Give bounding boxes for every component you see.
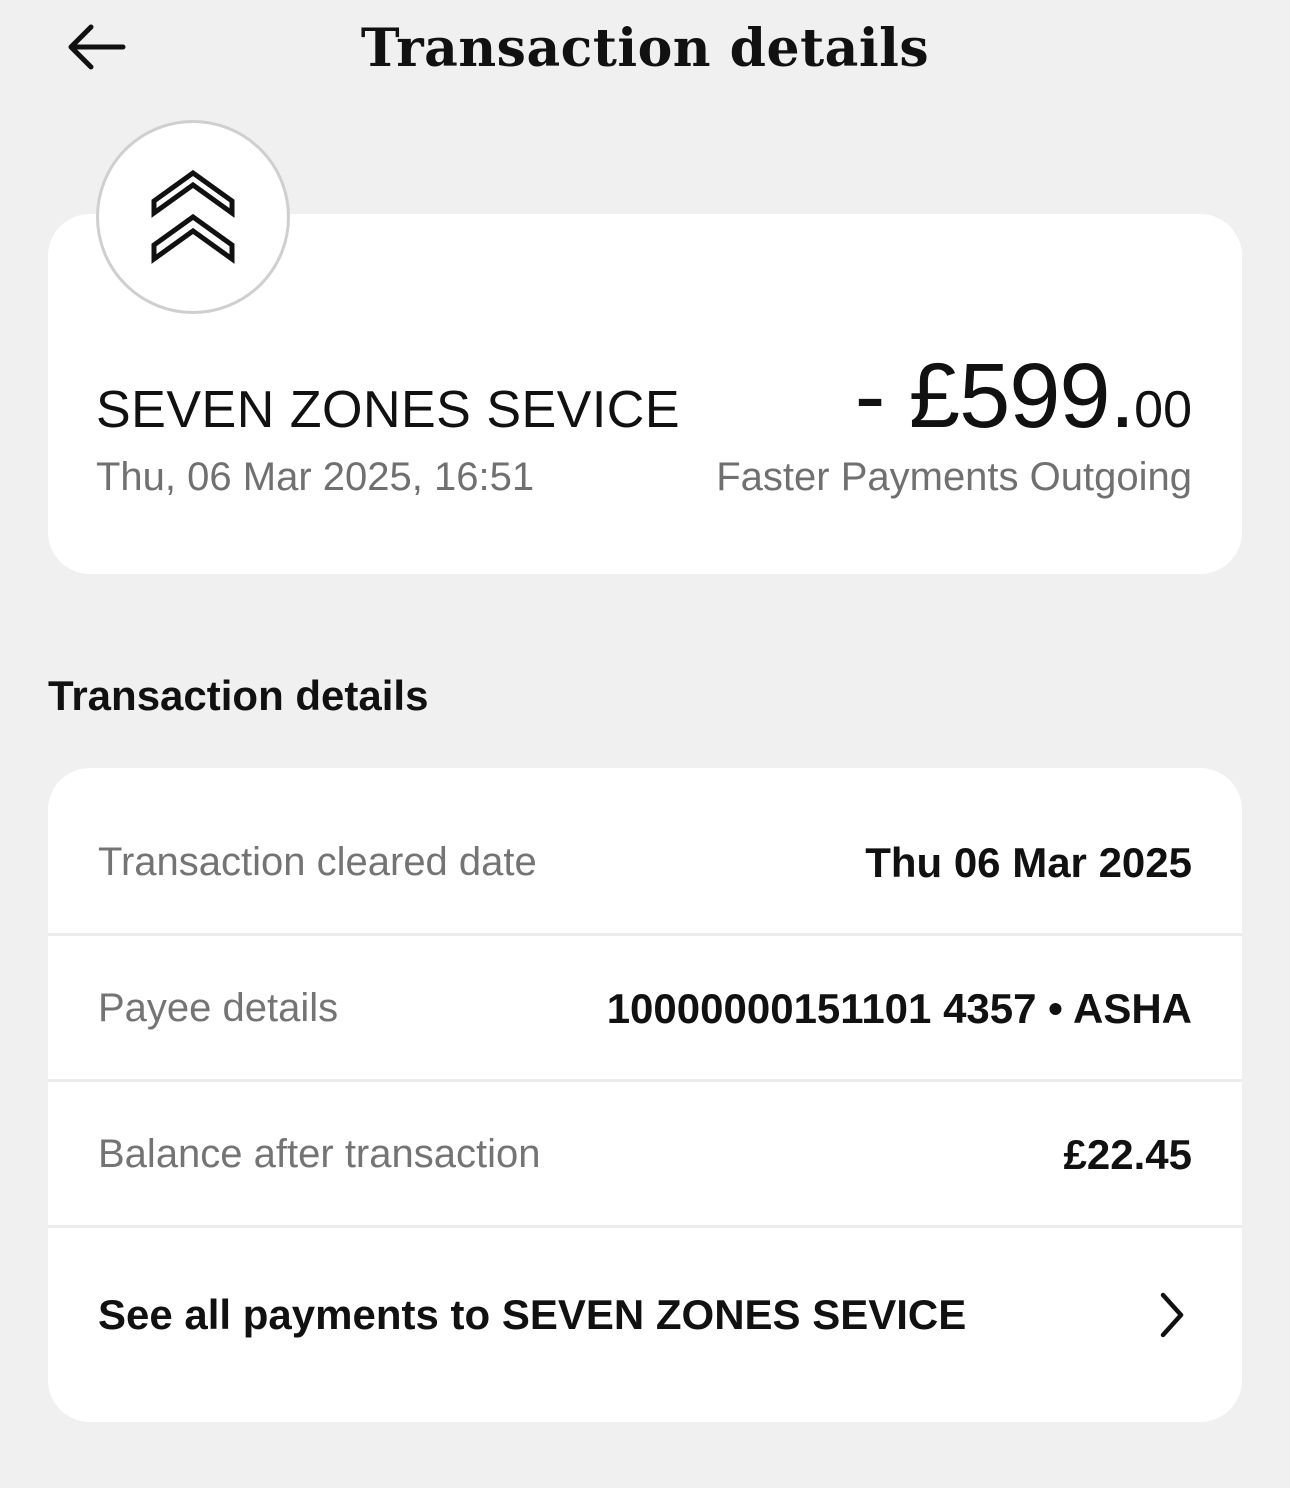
balance-after-label: Balance after transaction [98, 1132, 541, 1176]
see-all-payments-link[interactable]: See all payments to SEVEN ZONES SEVICE [48, 1230, 1242, 1400]
merchant-name: SEVEN ZONES SEVICE [96, 381, 681, 439]
cleared-date-label: Transaction cleared date [98, 840, 537, 884]
double-chevron-up-icon [148, 165, 238, 270]
transaction-datetime: Thu, 06 Mar 2025, 16:51 [96, 455, 535, 499]
section-heading: Transaction details [48, 672, 429, 719]
cleared-date-value: Thu 06 Mar 2025 [865, 838, 1192, 886]
merchant-avatar [96, 120, 290, 314]
payee-details-row: Payee details 10000000151101 4357 • ASHA [48, 938, 1242, 1082]
amount-minor: 00 [1134, 381, 1192, 439]
see-all-payments-label: See all payments to SEVEN ZONES SEVICE [98, 1291, 967, 1338]
balance-after-value: £22.45 [1063, 1130, 1192, 1178]
amount-major: - £599. [854, 345, 1135, 447]
page-title: Transaction details [360, 18, 930, 79]
payment-type: Faster Payments Outgoing [716, 455, 1192, 499]
transaction-details-card: Transaction cleared date Thu 06 Mar 2025… [48, 768, 1242, 1422]
cleared-date-row: Transaction cleared date Thu 06 Mar 2025 [48, 792, 1242, 936]
balance-after-row: Balance after transaction £22.45 [48, 1084, 1242, 1228]
payee-details-value: 10000000151101 4357 • ASHA [606, 984, 1192, 1032]
payee-details-label: Payee details [98, 986, 339, 1030]
top-bar: Transaction details [0, 0, 1290, 100]
transaction-amount: - £599.00 [855, 346, 1192, 460]
chevron-right-icon [1152, 1285, 1192, 1345]
